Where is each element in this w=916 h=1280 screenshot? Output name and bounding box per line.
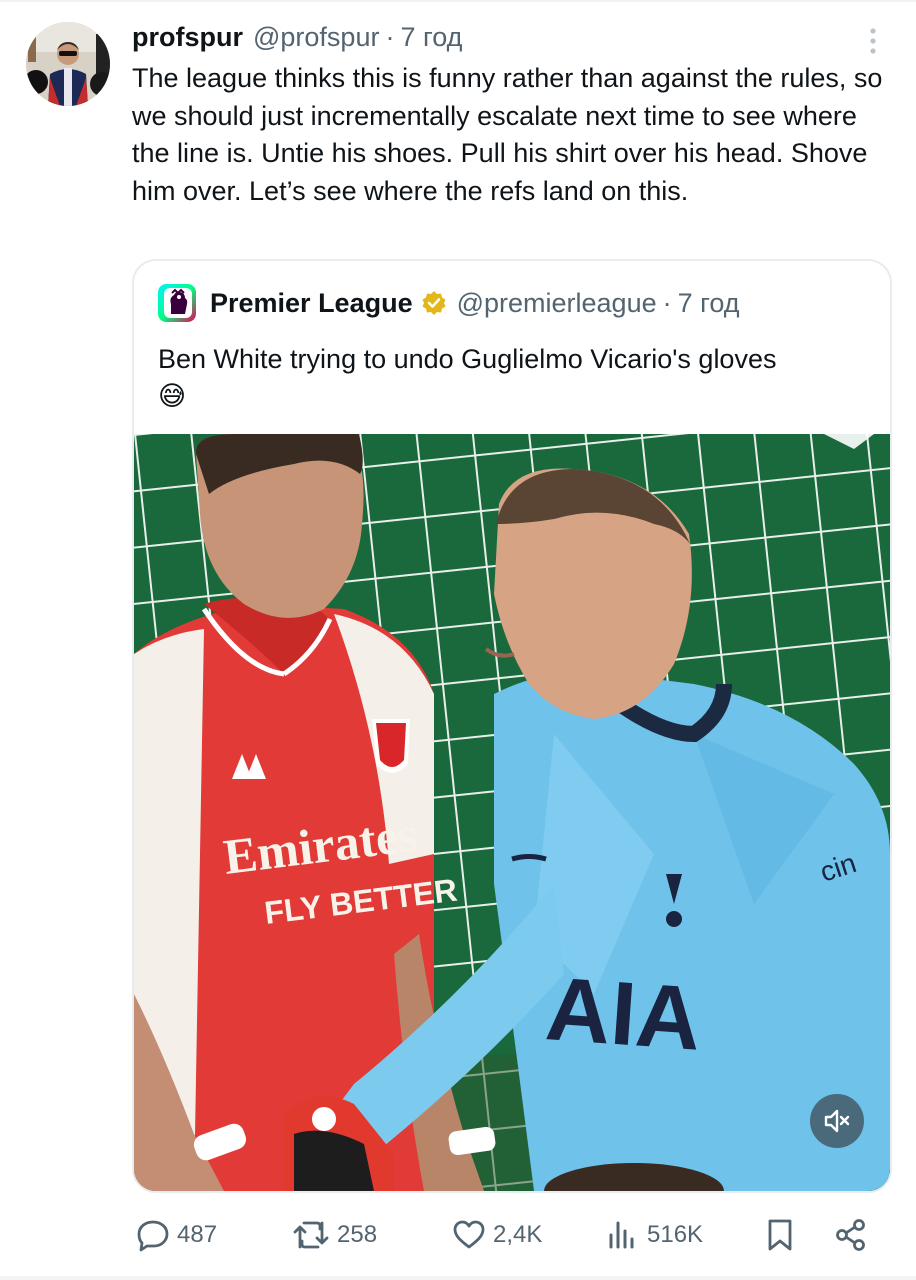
views-chart-icon — [609, 1221, 634, 1249]
video-frame: Emirates FLY BETTER AIA cin — [134, 434, 890, 1191]
author-name[interactable]: profspur — [132, 22, 243, 53]
quoted-separator-dot: · — [662, 287, 672, 318]
bookmark-icon — [768, 1219, 792, 1251]
tweet-header: profspur @profspur · 7 год — [132, 22, 462, 56]
aia-sponsor-text: AIA — [543, 959, 705, 1070]
tweet-time[interactable]: 7 год — [400, 22, 462, 53]
more-button[interactable] — [858, 24, 888, 58]
repost-icon — [293, 1221, 329, 1249]
avatar[interactable] — [26, 22, 110, 106]
reply-icon — [137, 1220, 169, 1252]
repost-button[interactable]: 258 — [291, 1212, 377, 1258]
avatar-image — [26, 22, 110, 106]
repost-count: 258 — [337, 1221, 378, 1248]
bookmark-button[interactable] — [763, 1212, 797, 1258]
mute-button[interactable] — [810, 1094, 864, 1148]
quoted-author-handle[interactable]: @premierleague — [457, 288, 657, 319]
quoted-time[interactable]: 7 год — [678, 288, 740, 319]
author-handle[interactable]: @profspur — [253, 22, 379, 53]
bottom-divider — [0, 1276, 916, 1280]
quoted-video[interactable]: Emirates FLY BETTER AIA cin — [134, 434, 890, 1191]
reply-button[interactable]: 487 — [135, 1212, 217, 1258]
volume-muted-icon — [824, 1109, 850, 1133]
heart-icon — [453, 1220, 485, 1249]
quoted-text: Ben White trying to undo Guglielmo Vicar… — [158, 341, 878, 415]
tweet-text: The league thinks this is funny rather t… — [132, 63, 883, 206]
verified-badge-icon — [422, 291, 446, 315]
share-button[interactable] — [833, 1212, 869, 1258]
like-count: 2,4K — [493, 1221, 543, 1248]
sweat-smile-emoji: 😅 — [158, 381, 187, 411]
action-bar: 487 258 2,4K 516K — [135, 1212, 875, 1258]
quoted-author-name[interactable]: Premier League — [210, 288, 413, 319]
share-icon — [836, 1219, 865, 1251]
views-button[interactable]: 516K — [605, 1212, 703, 1258]
reply-count: 487 — [177, 1221, 218, 1248]
separator-dot: · — [385, 22, 395, 52]
quoted-tweet[interactable]: Premier League @premierleague · 7 год Be… — [132, 259, 892, 1193]
like-button[interactable]: 2,4K — [451, 1212, 542, 1258]
more-vertical-icon — [870, 28, 876, 54]
quoted-header: Premier League @premierleague · 7 год — [158, 283, 740, 323]
quoted-text-body: Ben White trying to undo Guglielmo Vicar… — [158, 344, 777, 374]
top-divider — [0, 0, 916, 2]
premier-league-logo — [158, 284, 196, 322]
views-count: 516K — [647, 1221, 704, 1248]
